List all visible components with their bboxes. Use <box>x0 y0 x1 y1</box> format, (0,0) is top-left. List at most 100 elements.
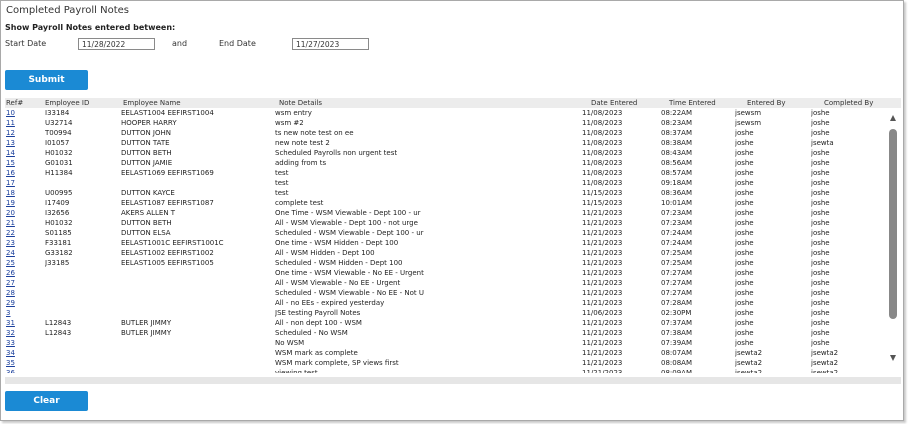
ref-link[interactable]: 23 <box>6 239 42 247</box>
date-entered-cell: 11/21/2023 <box>582 329 623 337</box>
header-employee-name[interactable]: Employee Name <box>123 99 181 107</box>
employee-name-cell: DUTTON BETH <box>121 219 172 227</box>
table-row[interactable]: 14 H01032 DUTTON BETH Scheduled Payrolls no… <box>5 148 889 158</box>
completed-by-cell: joshe <box>811 109 830 117</box>
table-row[interactable]: 29 All - no EEs - expired yesterday 11/21/… <box>5 298 889 308</box>
table-row[interactable]: 22 S01185 DUTTON ELSA Scheduled - WSM Viewa… <box>5 228 889 238</box>
table-row[interactable]: 16 H11384 EELAST1069 EEFIRST1069 test 11/08/… <box>5 168 889 178</box>
table-row[interactable]: 34 WSM mark as complete 11/21/2023 08:07AM j… <box>5 348 889 358</box>
ref-link[interactable]: 20 <box>6 209 42 217</box>
time-entered-cell: 08:38AM <box>661 139 693 147</box>
completed-by-cell: joshe <box>811 229 830 237</box>
ref-link[interactable]: 26 <box>6 269 42 277</box>
header-entered-by[interactable]: Entered By <box>747 99 786 107</box>
ref-link[interactable]: 12 <box>6 129 42 137</box>
completed-by-cell: joshe <box>811 209 830 217</box>
table-row[interactable]: 19 I17409 EELAST1087 EEFIRST1087 complete t… <box>5 198 889 208</box>
note-details-cell: Scheduled Payrolls non urgent test <box>275 149 398 157</box>
ref-link[interactable]: 13 <box>6 139 42 147</box>
ref-link[interactable]: 24 <box>6 249 42 257</box>
ref-link[interactable]: 15 <box>6 159 42 167</box>
ref-link[interactable]: 22 <box>6 229 42 237</box>
ref-link[interactable]: 19 <box>6 199 42 207</box>
time-entered-cell: 08:22AM <box>661 109 693 117</box>
header-note-details[interactable]: Note Details <box>279 99 322 107</box>
ref-link[interactable]: 17 <box>6 179 42 187</box>
table-row[interactable]: 17 test 11/08/2023 09:18AM joshe joshe <box>5 178 889 188</box>
ref-link[interactable]: 3 <box>6 309 42 317</box>
completed-by-cell: joshe <box>811 189 830 197</box>
table-row[interactable]: 33 No WSM 11/21/2023 07:39AM joshe joshe <box>5 338 889 348</box>
ref-link[interactable]: 31 <box>6 319 42 327</box>
ref-link[interactable]: 36 <box>6 369 42 373</box>
completed-by-cell: jsewta2 <box>811 369 839 373</box>
date-entered-cell: 11/21/2023 <box>582 209 623 217</box>
employee-id-cell: J33185 <box>45 259 70 267</box>
end-date-input[interactable]: 11/27/2023 <box>292 38 369 50</box>
table-row[interactable]: 28 Scheduled - WSM Viewable - No EE - Not… <box>5 288 889 298</box>
table-row[interactable]: 31 L12843 BUTLER JIMMY All - non dept 100 -… <box>5 318 889 328</box>
scroll-up-arrow-icon[interactable] <box>890 115 896 121</box>
table-row[interactable]: 26 One time - WSM Viewable - No EE - Urge… <box>5 268 889 278</box>
start-date-input[interactable]: 11/28/2022 <box>78 38 155 50</box>
ref-link[interactable]: 16 <box>6 169 42 177</box>
table-row[interactable]: 18 U00995 DUTTON KAYCE test 11/15/2023 08:36A… <box>5 188 889 198</box>
clear-button[interactable]: Clear <box>5 391 88 411</box>
header-completed-by[interactable]: Completed By <box>824 99 873 107</box>
ref-link[interactable]: 32 <box>6 329 42 337</box>
submit-button[interactable]: Submit <box>5 70 88 90</box>
time-entered-cell: 07:23AM <box>661 219 693 227</box>
ref-link[interactable]: 27 <box>6 279 42 287</box>
table-row[interactable]: 15 G01031 DUTTON JAMIE adding from ts 11/08/… <box>5 158 889 168</box>
entered-by-cell: jsewsm <box>735 119 762 127</box>
table-row[interactable]: 35 WSM mark complete, SP views first 11/21… <box>5 358 889 368</box>
ref-link[interactable]: 29 <box>6 299 42 307</box>
ref-link[interactable]: 34 <box>6 349 42 357</box>
table-row[interactable]: 25 J33185 EELAST1005 EEFIRST1005 Scheduled … <box>5 258 889 268</box>
ref-link[interactable]: 10 <box>6 109 42 117</box>
table-row[interactable]: 32 L12843 BUTLER JIMMY Scheduled - No WSM 11… <box>5 328 889 338</box>
table-row[interactable]: 36 viewing test 11/21/2023 08:09AM jsewta2 js… <box>5 368 889 373</box>
entered-by-cell: joshe <box>735 339 754 347</box>
entered-by-cell: joshe <box>735 209 754 217</box>
table-row[interactable]: 27 All - WSM Viewable - No EE - Urgent 11/… <box>5 278 889 288</box>
and-label: and <box>172 39 188 48</box>
completed-by-cell: jsewta <box>811 139 834 147</box>
header-time-entered[interactable]: Time Entered <box>669 99 716 107</box>
ref-link[interactable]: 25 <box>6 259 42 267</box>
note-details-cell: test <box>275 189 289 197</box>
header-date-entered[interactable]: Date Entered <box>591 99 637 107</box>
ref-link[interactable]: 11 <box>6 119 42 127</box>
ref-link[interactable]: 33 <box>6 339 42 347</box>
table-row[interactable]: 23 F33181 EELAST1001C EEFIRST1001C One time… <box>5 238 889 248</box>
table-row[interactable]: 24 G33182 EELAST1002 EEFIRST1002 All - WSM … <box>5 248 889 258</box>
scroll-down-arrow-icon[interactable] <box>890 355 896 361</box>
ref-link[interactable]: 28 <box>6 289 42 297</box>
scrollbar-thumb[interactable] <box>889 129 897 319</box>
table-row[interactable]: 10 I33184 EELAST1004 EEFIRST1004 wsm entry 1… <box>5 108 889 118</box>
table-row[interactable]: 13 I01057 DUTTON TATE new note test 2 11/08/… <box>5 138 889 148</box>
table-row[interactable]: 21 H01032 DUTTON BETH All - WSM Viewable - … <box>5 218 889 228</box>
time-entered-cell: 07:27AM <box>661 289 693 297</box>
table-row[interactable]: 12 T00994 DUTTON JOHN ts new note test on e… <box>5 128 889 138</box>
note-details-cell: All - WSM Viewable - No EE - Urgent <box>275 279 401 287</box>
entered-by-cell: joshe <box>735 289 754 297</box>
table-row[interactable]: 20 I32656 AKERS ALLEN T One Time - WSM View… <box>5 208 889 218</box>
entered-by-cell: joshe <box>735 239 754 247</box>
ref-link[interactable]: 18 <box>6 189 42 197</box>
note-details-cell: Scheduled - WSM Viewable - Dept 100 - ur <box>275 229 424 237</box>
ref-link[interactable]: 35 <box>6 359 42 367</box>
table-row[interactable]: 11 U32714 HOOPER HARRY wsm #2 11/08/2023 08:2… <box>5 118 889 128</box>
time-entered-cell: 07:24AM <box>661 229 693 237</box>
ref-link[interactable]: 21 <box>6 219 42 227</box>
note-details-cell: One Time - WSM Viewable - Dept 100 - ur <box>275 209 421 217</box>
vertical-scrollbar[interactable] <box>889 115 898 365</box>
header-ref[interactable]: Ref# <box>6 99 23 107</box>
table-row[interactable]: 3 JSE testing Payroll Notes 11/06/2023 02:3… <box>5 308 889 318</box>
employee-name-cell: DUTTON ELSA <box>121 229 171 237</box>
completed-by-cell: joshe <box>811 309 830 317</box>
time-entered-cell: 08:57AM <box>661 169 693 177</box>
ref-link[interactable]: 14 <box>6 149 42 157</box>
date-entered-cell: 11/21/2023 <box>582 229 623 237</box>
header-employee-id[interactable]: Employee ID <box>45 99 89 107</box>
